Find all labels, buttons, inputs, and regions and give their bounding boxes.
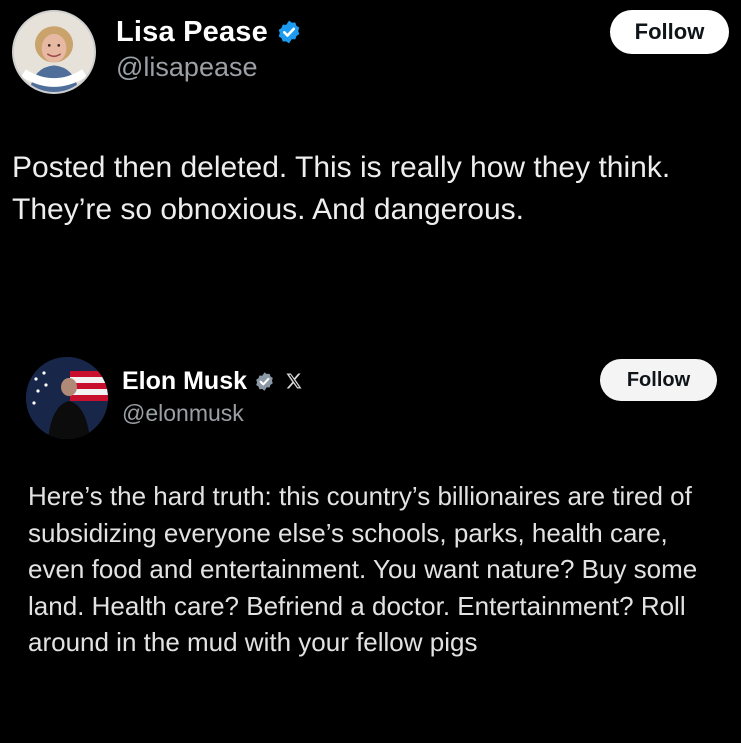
quoted-post-text: Here’s the hard truth: this country’s bi… — [28, 481, 698, 657]
quoted-author-name-row: Elon Musk — [122, 365, 304, 397]
profile-avatar-image — [14, 12, 94, 92]
profile-avatar[interactable] — [12, 10, 96, 94]
x-logo-icon — [284, 371, 304, 391]
quoted-author-display-name[interactable]: Elon Musk — [122, 367, 247, 396]
author-display-name[interactable]: Lisa Pease — [116, 16, 268, 49]
author-name-row: Lisa Pease — [116, 14, 302, 50]
quoted-author-avatar[interactable] — [26, 357, 108, 439]
quoted-author-handle[interactable]: @elonmusk — [122, 400, 244, 427]
post-text: Posted then deleted. This is really how … — [12, 151, 671, 226]
quoted-follow-button[interactable]: Follow — [600, 359, 717, 401]
follow-button[interactable]: Follow — [610, 10, 729, 54]
author-handle[interactable]: @lisapease — [116, 52, 258, 83]
verified-badge-icon — [276, 19, 302, 45]
quoted-avatar-image — [26, 357, 108, 439]
quoted-verified-badge-icon — [254, 371, 275, 392]
